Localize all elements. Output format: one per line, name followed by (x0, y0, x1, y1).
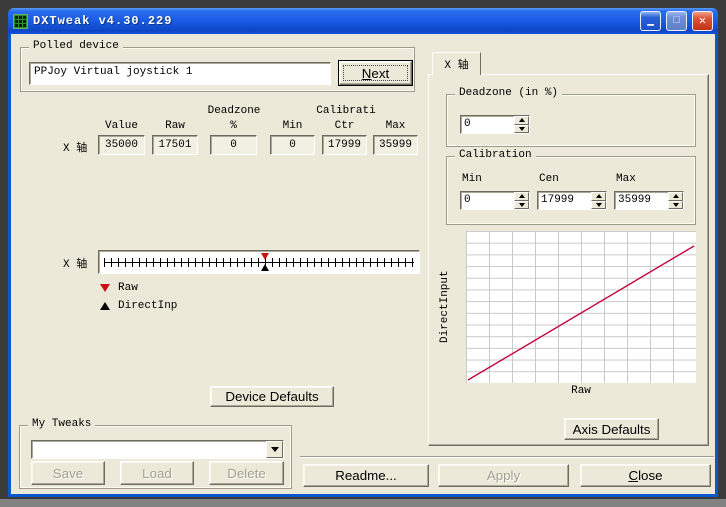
directinput-marker-icon (261, 264, 269, 271)
cal-cen-label: Cen (539, 173, 559, 185)
deadzone-spinner[interactable]: 0 (460, 115, 530, 134)
up-arrow-icon (519, 118, 525, 122)
down-arrow-icon (519, 203, 525, 207)
cal-min-spin-down-button[interactable] (514, 201, 529, 210)
ruler-line (104, 262, 414, 263)
graph-xlabel: Raw (466, 385, 696, 397)
dxtweak-window: DXTweak v4.30.229 ▁ □ ✕ Polled device PP… (8, 8, 718, 497)
legend-raw-label: Raw (118, 282, 138, 294)
tweaks-combobox[interactable] (31, 440, 284, 459)
titlebar[interactable]: DXTweak v4.30.229 ▁ □ ✕ (8, 8, 718, 34)
cal-min-spinner[interactable]: 0 (460, 191, 530, 210)
desktop-background: DXTweak v4.30.229 ▁ □ ✕ Polled device PP… (0, 0, 726, 507)
maximize-icon: □ (673, 16, 680, 27)
minimize-icon: ▁ (647, 16, 654, 27)
axis-row-label: X 轴 (63, 139, 87, 155)
cal-min-spin-up-button[interactable] (514, 192, 529, 201)
deadzone-group: Deadzone (in %) 0 (446, 94, 696, 147)
footer-divider (300, 456, 714, 458)
axis-deadzone-field[interactable]: 0 (210, 135, 257, 155)
graph-ylabel: DirectInput (437, 231, 453, 383)
taskbar-strip (0, 499, 726, 507)
polled-device-field[interactable]: PPJoy Virtual joystick 1 (29, 62, 331, 85)
axis-defaults-button[interactable]: Axis Defaults (564, 418, 659, 440)
cal-min-label: Min (462, 173, 482, 185)
cal-max-spinner[interactable]: 35999 (614, 191, 684, 210)
axis-position-slider (98, 250, 420, 274)
down-arrow-icon (673, 203, 679, 207)
cal-min-spinner-value[interactable]: 0 (461, 192, 514, 209)
calibration-group-header: Calibrati (294, 105, 398, 117)
cal-cen-spin-down-button[interactable] (591, 201, 606, 210)
up-arrow-icon (596, 194, 602, 198)
save-tweak-button[interactable]: Save (31, 461, 105, 485)
maximize-button[interactable]: □ (666, 11, 687, 31)
cal-cen-spinner[interactable]: 17999 (537, 191, 607, 210)
down-arrow-icon (519, 127, 525, 131)
column-header-value: Value (98, 120, 145, 132)
device-defaults-button[interactable]: Device Defaults (210, 386, 334, 407)
axis-table: Deadzone Calibrati Value Raw % Min Ctr M… (98, 103, 420, 158)
close-button[interactable]: Close (580, 464, 711, 487)
axis-raw-field[interactable]: 17501 (152, 135, 198, 155)
axis-cal-max-field[interactable]: 35999 (373, 135, 418, 155)
down-arrow-icon (596, 203, 602, 207)
cal-max-spin-up-button[interactable] (668, 192, 683, 201)
axis-cal-min-field[interactable]: 0 (270, 135, 315, 155)
cal-max-label: Max (616, 173, 636, 185)
tweaks-combo-value[interactable] (32, 441, 266, 458)
legend-raw: Raw (100, 282, 138, 294)
column-header-ctr: Ctr (322, 120, 367, 132)
deadzone-spin-down-button[interactable] (514, 125, 529, 134)
app-icon (13, 14, 28, 29)
calibration-group-label: Calibration (455, 149, 536, 161)
my-tweaks-group-label: My Tweaks (28, 418, 95, 430)
deadzone-group-header: Deadzone (182, 105, 286, 117)
deadzone-group-label: Deadzone (in %) (455, 87, 562, 99)
polled-device-group-label: Polled device (29, 40, 123, 52)
up-arrow-icon (673, 194, 679, 198)
axis-tab-panel: Deadzone (in %) 0 Calibration Min Cen Ma… (428, 74, 709, 446)
readme-button[interactable]: Readme... (303, 464, 429, 487)
deadzone-spin-up-button[interactable] (514, 116, 529, 125)
next-device-button[interactable]: Next (339, 61, 412, 85)
legend-directinput-label: DirectInp (118, 300, 177, 312)
apply-button[interactable]: Apply (438, 464, 569, 487)
deadzone-spinner-value[interactable]: 0 (461, 116, 514, 133)
tab-x-axis[interactable]: X 轴 (432, 52, 481, 75)
cal-max-spinner-value[interactable]: 35999 (615, 192, 668, 209)
raw-marker-icon (261, 253, 269, 260)
combo-dropdown-button[interactable] (266, 441, 283, 458)
legend-directinput: DirectInp (100, 300, 177, 312)
up-arrow-icon (519, 194, 525, 198)
cal-cen-spin-up-button[interactable] (591, 192, 606, 201)
column-header-max: Max (373, 120, 418, 132)
cal-max-spin-down-button[interactable] (668, 201, 683, 210)
minimize-button[interactable]: ▁ (640, 11, 661, 31)
slider-axis-label: X 轴 (63, 255, 87, 271)
my-tweaks-group: My Tweaks Save Load Delete (19, 425, 292, 489)
response-curve-plot (466, 231, 696, 383)
response-curve-svg (466, 231, 696, 383)
close-window-button[interactable]: ✕ (692, 11, 713, 31)
axis-value-field[interactable]: 35000 (98, 135, 145, 155)
calibration-group: Calibration Min Cen Max 0 17999 (446, 156, 696, 225)
chevron-down-icon (271, 447, 279, 452)
raw-triangle-icon (100, 284, 110, 292)
cal-cen-spinner-value[interactable]: 17999 (538, 192, 591, 209)
delete-tweak-button[interactable]: Delete (209, 461, 284, 485)
axis-cal-ctr-field[interactable]: 17999 (322, 135, 367, 155)
load-tweak-button[interactable]: Load (120, 461, 194, 485)
client-area: Polled device PPJoy Virtual joystick 1 N… (11, 34, 715, 494)
column-header-min: Min (270, 120, 315, 132)
tab-x-axis-label: X 轴 (444, 56, 468, 72)
window-title: DXTweak v4.30.229 (33, 14, 635, 28)
response-curve-line (468, 246, 694, 380)
polled-device-group: Polled device PPJoy Virtual joystick 1 N… (20, 47, 415, 92)
close-icon: ✕ (699, 15, 706, 27)
directinput-triangle-icon (100, 302, 110, 310)
column-header-raw: Raw (152, 120, 198, 132)
column-header-percent: % (210, 120, 257, 132)
